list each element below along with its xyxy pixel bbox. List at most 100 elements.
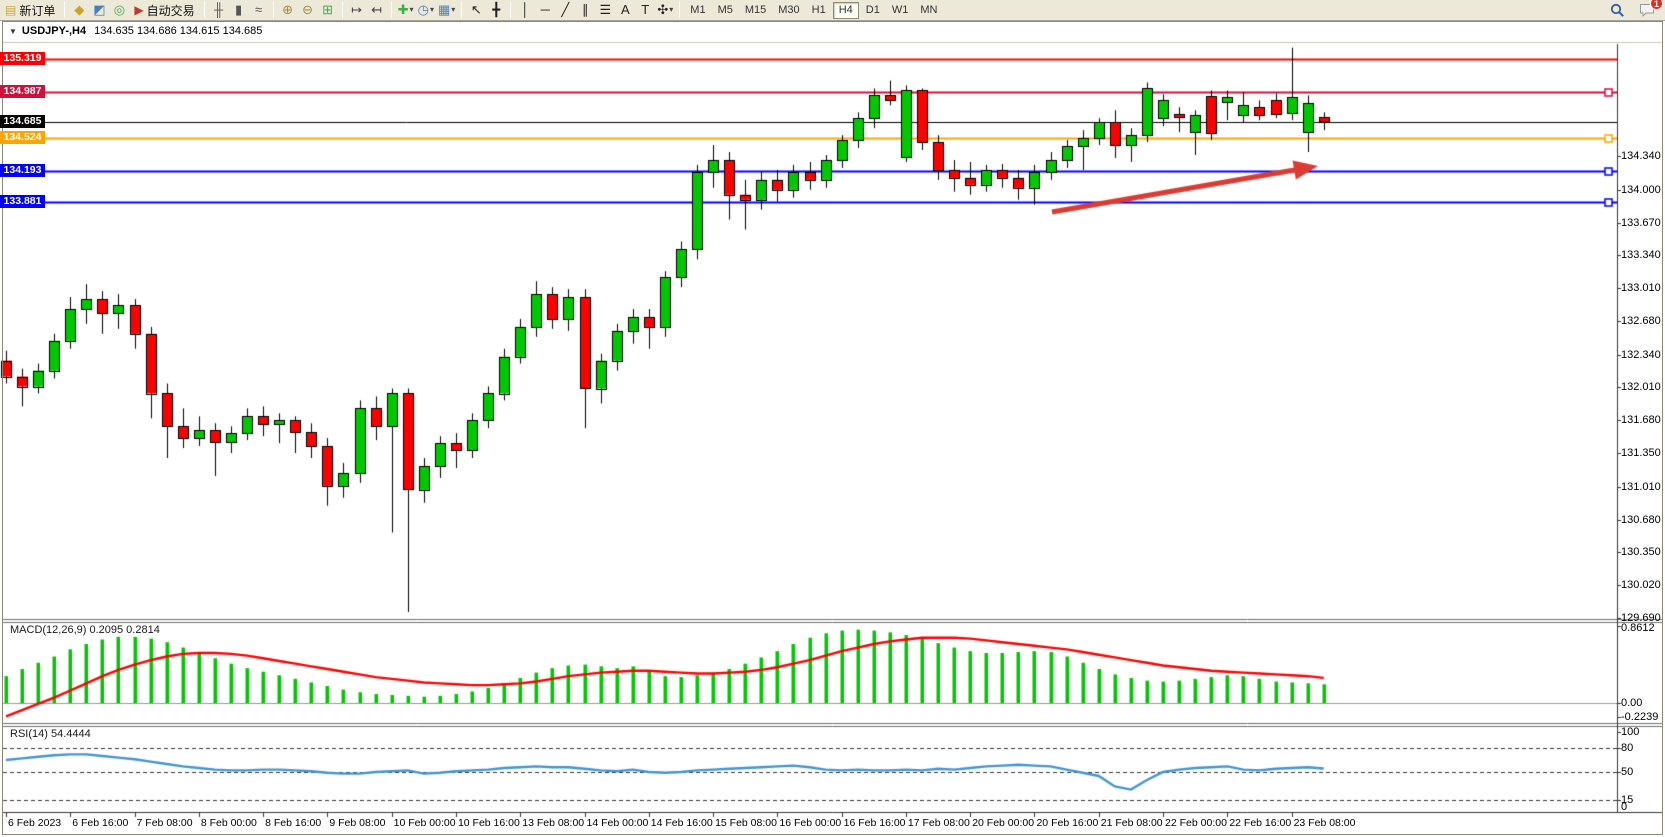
time-axis-label: 15 Feb 08:00	[715, 817, 777, 829]
time-axis-label: 21 Feb 08:00	[1101, 817, 1163, 829]
price-axis-tick: 133.670	[1621, 217, 1661, 229]
indicators-icon[interactable]: ✚▾	[396, 1, 416, 19]
tile-windows-icon[interactable]: ⊞	[318, 1, 338, 19]
zoom-out-icon[interactable]: ⊖	[298, 1, 318, 19]
price-line-badge: 134.524	[0, 131, 45, 144]
main-toolbar: ▤新订单◆◩◎▶自动交易╫▮≈⊕⊖⊞↦↤✚▾◷▾▦▾↖╋│─╱∥☰AT✣▾ M1…	[0, 0, 1665, 21]
macd-indicator-label: MACD(12,26,9) 0.2095 0.2814	[10, 624, 160, 636]
price-axis-tick: 131.350	[1621, 447, 1661, 459]
tf-button-w1[interactable]: W1	[887, 2, 914, 19]
tf-button-m15[interactable]: M15	[740, 2, 771, 19]
text-icon[interactable]: A	[615, 1, 635, 19]
candlestick-chart-icon[interactable]: ▮	[229, 1, 249, 19]
crosshair-icon: ╋	[492, 1, 500, 19]
price-axis-tick: 130.680	[1621, 514, 1661, 526]
zoom-in-icon[interactable]: ⊕	[278, 1, 298, 19]
market-watch-icon: ◩	[93, 1, 105, 19]
price-axis-tick: 133.010	[1621, 282, 1661, 294]
dropdown-caret-icon: ▾	[669, 1, 673, 19]
rsi-axis-tick: 50	[1621, 766, 1633, 778]
indicators-icon: ✚	[398, 1, 409, 19]
time-axis-label: 20 Feb 16:00	[1036, 817, 1098, 829]
text-icon: A	[621, 1, 630, 19]
tile-windows-icon: ⊞	[322, 1, 333, 19]
macd-axis-tick: 0.8612	[1621, 622, 1655, 634]
time-axis-label: 16 Feb 00:00	[779, 817, 841, 829]
tf-button-m5[interactable]: M5	[713, 2, 738, 19]
symbol-bar: ▼ USDJPY-,H4 134.635 134.686 134.615 134…	[3, 22, 1662, 40]
auto-scroll-icon[interactable]: ↦	[347, 1, 367, 19]
tf-button-d1[interactable]: D1	[861, 2, 885, 19]
price-line-badge: 134.987	[0, 85, 45, 98]
bar-chart-icon[interactable]: ╫	[209, 1, 229, 19]
tf-button-h4[interactable]: H4	[833, 2, 859, 19]
time-axis-label: 20 Feb 00:00	[972, 817, 1034, 829]
signals-icon[interactable]: ◎	[109, 1, 129, 19]
chat-icon[interactable]: 1	[1637, 1, 1657, 19]
price-axis-tick: 131.010	[1621, 481, 1661, 493]
price-axis-tick: 131.680	[1621, 414, 1661, 426]
line-chart-icon[interactable]: ≈	[249, 1, 269, 19]
equidistant-channel-icon: ∥	[582, 1, 589, 19]
auto-scroll-icon: ↦	[351, 1, 362, 19]
price-line-badge: 134.685	[0, 115, 45, 128]
price-line-badge: 134.193	[0, 164, 45, 177]
tf-button-h1[interactable]: H1	[807, 2, 831, 19]
time-axis-label: 13 Feb 08:00	[522, 817, 584, 829]
profiles-icon: ◆	[74, 1, 84, 19]
price-line-badge: 133.881	[0, 195, 45, 208]
price-axis-tick: 130.350	[1621, 546, 1661, 558]
new-order-button: ▤	[5, 3, 16, 17]
toolbar-separator	[342, 2, 343, 18]
time-axis-label: 10 Feb 00:00	[394, 817, 456, 829]
market-watch-icon[interactable]: ◩	[89, 1, 109, 19]
equidistant-channel-icon[interactable]: ∥	[575, 1, 595, 19]
toolbar-separator	[510, 2, 511, 18]
time-axis-label: 16 Feb 16:00	[844, 817, 906, 829]
time-axis-label: 9 Feb 08:00	[329, 817, 385, 829]
tf-button-m30[interactable]: M30	[773, 2, 804, 19]
notification-badge: 1	[1650, 0, 1663, 10]
macd-axis-tick: 0.00	[1621, 697, 1642, 709]
templates-icon[interactable]: ▦▾	[436, 1, 457, 19]
trendline-icon[interactable]: ╱	[555, 1, 575, 19]
price-axis-tick: 132.680	[1621, 315, 1661, 327]
timeframe-toolbar: M1M5M15M30H1H4D1W1MN	[684, 0, 943, 21]
chart-canvas[interactable]	[0, 0, 1665, 837]
text-label-icon[interactable]: T	[635, 1, 655, 19]
rsi-axis-tick: 100	[1621, 726, 1639, 738]
time-axis-label: 14 Feb 16:00	[651, 817, 713, 829]
tf-button-m1[interactable]: M1	[685, 2, 710, 19]
arrows-icon[interactable]: ✣▾	[655, 1, 675, 19]
cursor-icon[interactable]: ↖	[466, 1, 486, 19]
time-axis-label: 8 Feb 00:00	[201, 817, 257, 829]
auto-trading-button: ▶	[134, 3, 143, 17]
search-icon[interactable]	[1607, 1, 1627, 19]
dropdown-caret-icon: ▾	[430, 1, 434, 19]
rsi-axis-tick: 0	[1621, 801, 1627, 813]
periods-icon[interactable]: ◷▾	[416, 1, 436, 19]
time-axis-label: 7 Feb 08:00	[137, 817, 193, 829]
profiles-icon[interactable]: ◆	[69, 1, 89, 19]
fibonacci-icon[interactable]: ☰	[595, 1, 615, 19]
dropdown-caret-icon: ▾	[451, 1, 455, 19]
time-axis-label: 22 Feb 16:00	[1229, 817, 1291, 829]
time-axis-label: 6 Feb 2023	[8, 817, 61, 829]
one-click-trading-toggle-icon[interactable]: ▼	[9, 27, 17, 36]
auto-trading-button-label: 自动交易	[147, 2, 195, 19]
new-order-button[interactable]: ▤新订单	[0, 1, 60, 19]
tf-button-mn[interactable]: MN	[915, 2, 942, 19]
chart-shift-icon[interactable]: ↤	[367, 1, 387, 19]
vertical-line-icon[interactable]: │	[515, 1, 535, 19]
zoom-out-icon: ⊖	[302, 1, 313, 19]
trendline-icon: ╱	[561, 1, 569, 19]
price-axis-tick: 134.000	[1621, 184, 1661, 196]
rsi-indicator-label: RSI(14) 54.4444	[10, 728, 91, 740]
rsi-axis-tick: 80	[1621, 742, 1633, 754]
toolbar-separator	[204, 2, 205, 18]
toolbar-items: ▤新订单◆◩◎▶自动交易╫▮≈⊕⊖⊞↦↤✚▾◷▾▦▾↖╋│─╱∥☰AT✣▾	[0, 0, 684, 21]
crosshair-icon[interactable]: ╋	[486, 1, 506, 19]
auto-trading-button[interactable]: ▶ 自动交易	[129, 1, 199, 19]
horizontal-line-icon[interactable]: ─	[535, 1, 555, 19]
trading-terminal: ▤新订单◆◩◎▶自动交易╫▮≈⊕⊖⊞↦↤✚▾◷▾▦▾↖╋│─╱∥☰AT✣▾ M1…	[0, 0, 1665, 837]
